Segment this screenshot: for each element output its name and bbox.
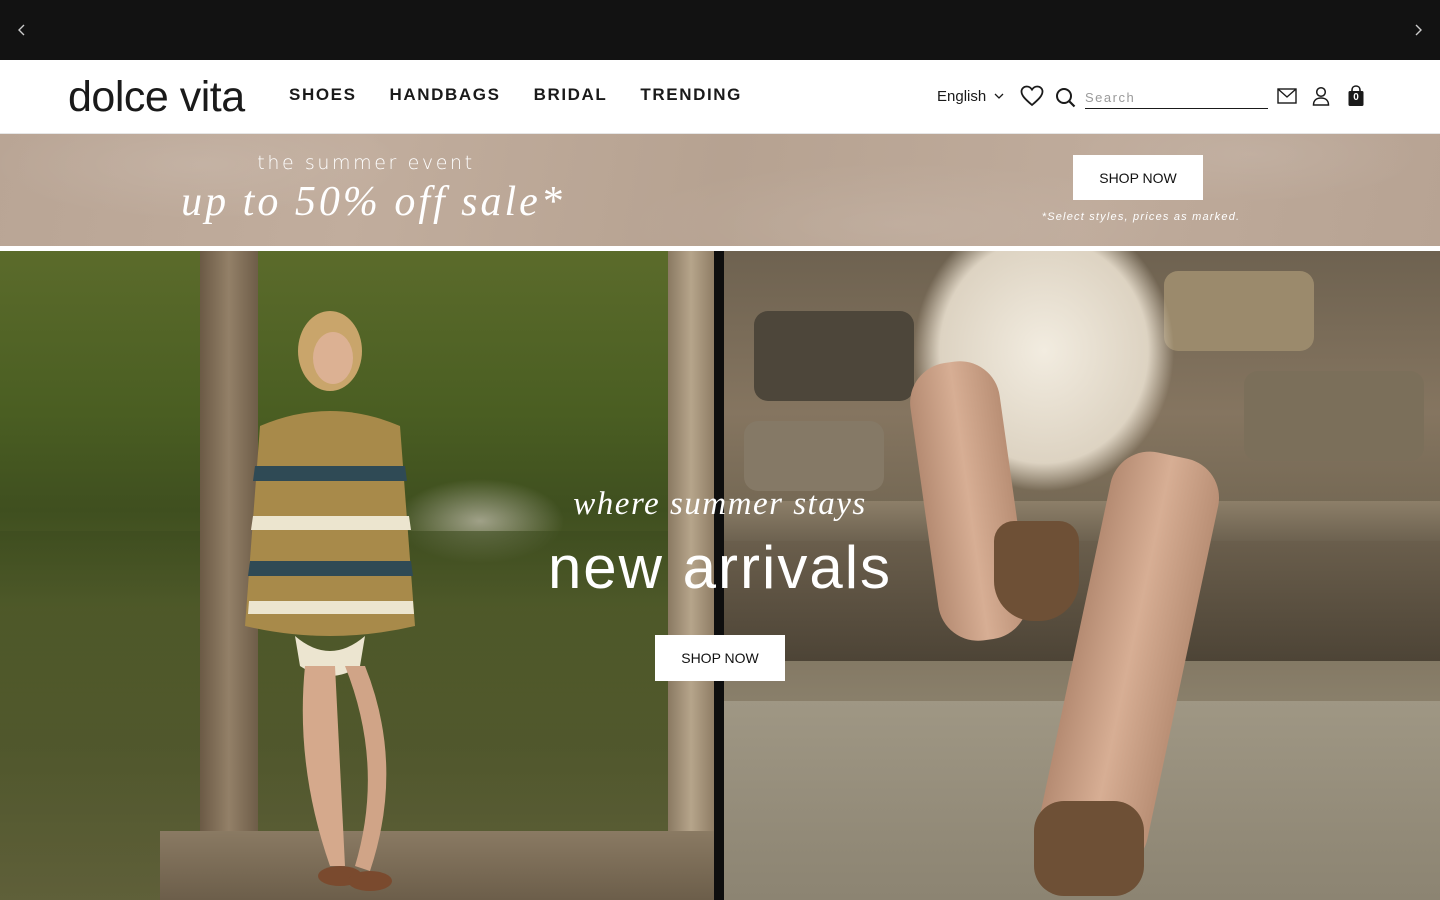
promo-banner[interactable]: the summer event up to 50% off sale* SHO… [0, 134, 1440, 246]
hero-section[interactable]: where summer stays new arrivals SHOP NOW [0, 251, 1440, 900]
chevron-left-icon[interactable] [10, 18, 34, 42]
bag-icon[interactable]: 0 [1346, 84, 1366, 108]
site-header: dolce vita SHOES HANDBAGS BRIDAL TRENDIN… [0, 60, 1440, 134]
search-input[interactable] [1085, 86, 1268, 109]
hero-shop-now-button[interactable]: SHOP NOW [655, 635, 785, 681]
chevron-down-icon [994, 93, 1004, 99]
nav-item-bridal[interactable]: BRIDAL [534, 85, 608, 105]
announcement-bar [0, 0, 1440, 60]
cart-count: 0 [1353, 92, 1359, 103]
language-label: English [937, 88, 987, 105]
promo-shop-now-button[interactable]: SHOP NOW [1073, 155, 1203, 200]
main-nav: SHOES HANDBAGS BRIDAL TRENDING [289, 85, 775, 105]
nav-item-handbags[interactable]: HANDBAGS [390, 85, 501, 105]
logo[interactable]: dolce vita [68, 74, 245, 120]
search-icon[interactable] [1054, 86, 1076, 108]
heart-icon[interactable] [1019, 84, 1045, 108]
hero-title: new arrivals [547, 534, 893, 601]
nav-item-shoes[interactable]: SHOES [289, 85, 357, 105]
chevron-right-icon[interactable] [1406, 18, 1430, 42]
promo-sale-headline: up to 50% off sale* [181, 179, 565, 225]
hero-subtitle: where summer stays [573, 486, 867, 522]
mail-icon[interactable] [1276, 87, 1298, 105]
promo-disclaimer: *Select styles, prices as marked. [1041, 211, 1241, 223]
promo-event-title: the summer event [257, 152, 475, 174]
language-selector[interactable]: English [937, 88, 1004, 105]
nav-item-trending[interactable]: TRENDING [640, 85, 742, 105]
user-icon[interactable] [1311, 85, 1331, 107]
